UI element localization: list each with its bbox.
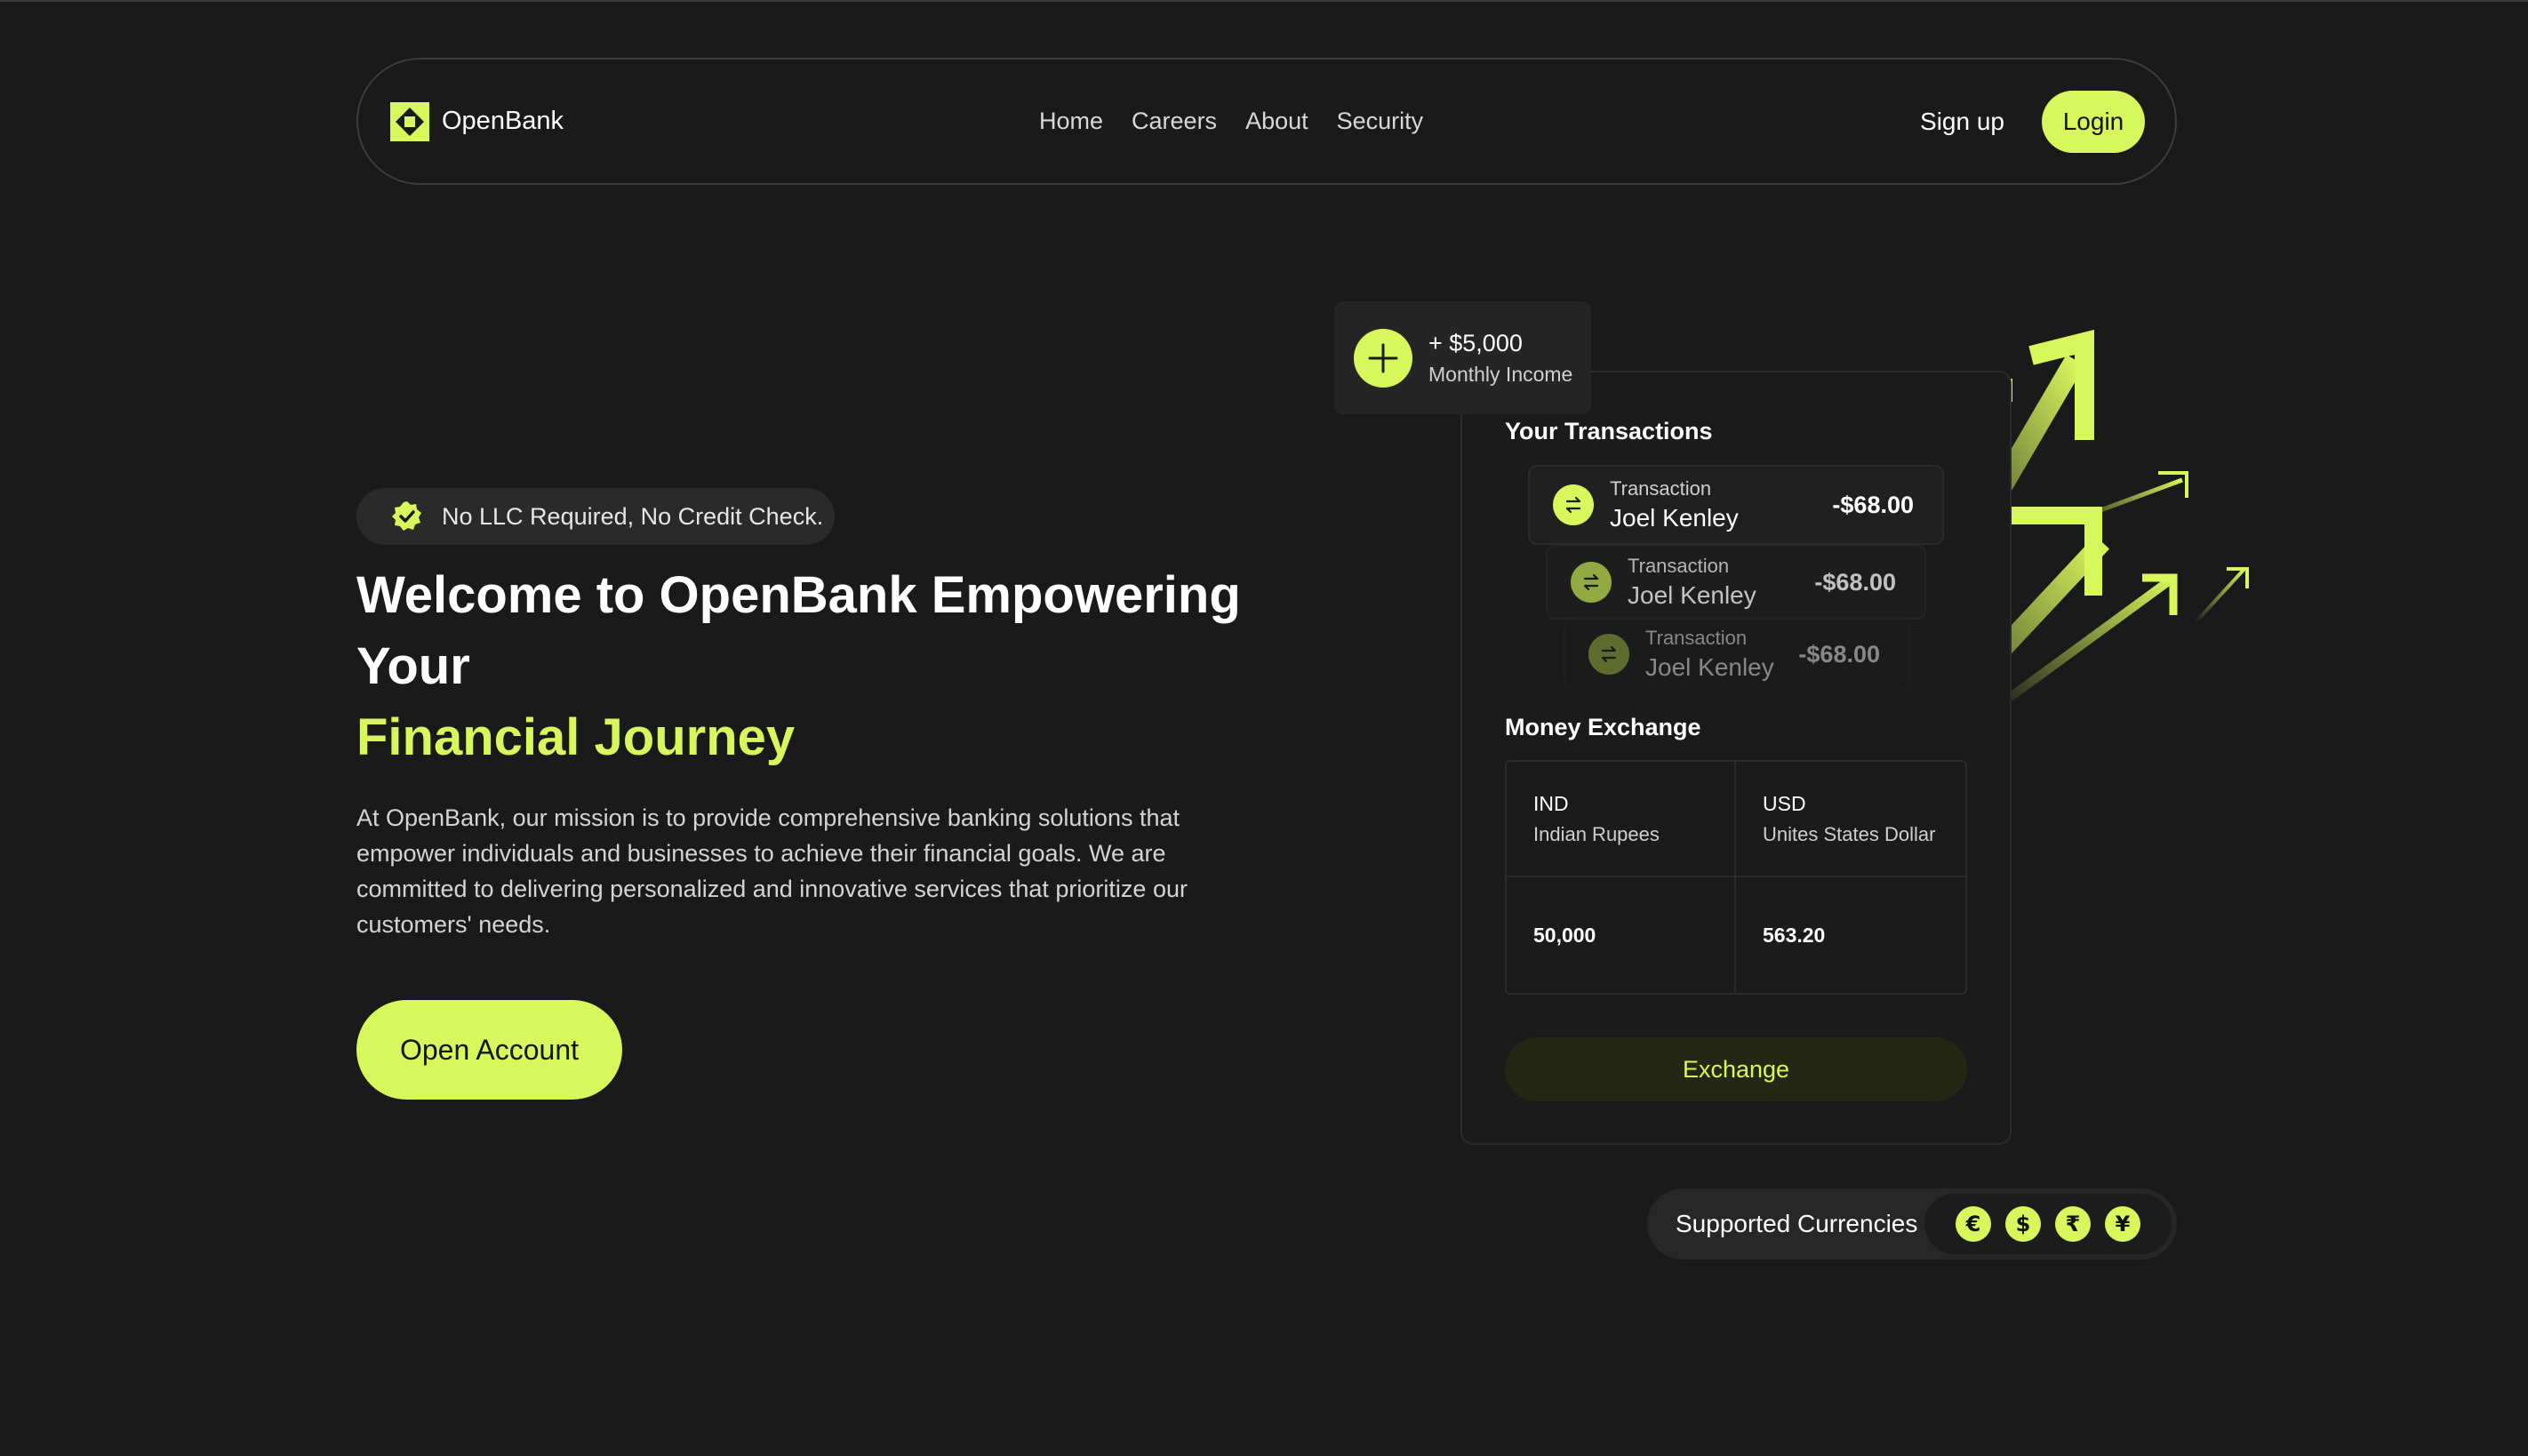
from-amount-value: 50,000: [1533, 923, 1596, 947]
top-border: [0, 0, 2528, 2]
transaction-item[interactable]: Transaction Joel Kenley -$68.00: [1546, 545, 1926, 620]
yen-icon: ¥: [2105, 1206, 2140, 1242]
from-currency-name: Indian Rupees: [1533, 822, 1660, 845]
badge-text: No LLC Required, No Credit Check.: [442, 502, 824, 530]
exchange-arrows-icon: [1571, 562, 1612, 603]
exchange-arrows-icon: [1588, 634, 1629, 675]
euro-icon: €: [1956, 1206, 1991, 1242]
hero-title-accent: Financial Journey: [356, 708, 796, 766]
signup-link[interactable]: Sign up: [1920, 108, 2004, 136]
verified-check-icon: [392, 501, 421, 531]
auth-actions: Sign up Login: [1920, 90, 2145, 153]
income-amount: + $5,000: [1428, 329, 1523, 356]
nav-link-security[interactable]: Security: [1337, 108, 1424, 135]
currency-icons-group: € $ ₹ ¥: [1924, 1194, 2172, 1254]
to-amount-output: 563.20: [1736, 877, 1965, 993]
from-currency[interactable]: IND Indian Rupees: [1507, 762, 1736, 877]
exchange-table: IND Indian Rupees USD Unites States Doll…: [1505, 760, 1967, 995]
transaction-amount: -$68.00: [1798, 640, 1880, 668]
transactions-title: Your Transactions: [1505, 418, 1713, 444]
nav-link-about[interactable]: About: [1245, 108, 1308, 135]
to-amount-value: 563.20: [1763, 923, 1826, 947]
to-currency[interactable]: USD Unites States Dollar: [1736, 762, 1965, 877]
no-credit-check-badge: No LLC Required, No Credit Check.: [356, 488, 835, 545]
open-account-button[interactable]: Open Account: [356, 1000, 622, 1100]
transaction-amount: -$68.00: [1832, 491, 1914, 518]
navbar: OpenBank Home Careers About Security Sig…: [356, 58, 2177, 185]
from-currency-code: IND: [1533, 791, 1569, 815]
transaction-amount: -$68.00: [1814, 568, 1896, 596]
exchange-button[interactable]: Exchange: [1505, 1037, 1967, 1101]
nav-link-home[interactable]: Home: [1039, 108, 1103, 135]
monthly-income-widget: + $5,000 Monthly Income: [1334, 301, 1591, 414]
transaction-name: Joel Kenley: [1628, 581, 1756, 609]
hero-description: At OpenBank, our mission is to provide c…: [356, 804, 1188, 938]
brand-logo[interactable]: OpenBank: [390, 101, 564, 141]
transaction-name: Joel Kenley: [1645, 653, 1774, 681]
exchange-arrows-icon: [1553, 484, 1594, 525]
money-exchange-title: Money Exchange: [1505, 714, 1701, 740]
main-menu: Home Careers About Security: [1039, 60, 1423, 183]
to-currency-code: USD: [1763, 791, 1806, 815]
dollar-icon: $: [2005, 1206, 2041, 1242]
plus-icon: [1354, 328, 1412, 388]
transaction-label: Transaction: [1628, 555, 1730, 577]
transaction-item[interactable]: Transaction Joel Kenley -$68.00: [1528, 465, 1944, 545]
to-currency-name: Unites States Dollar: [1763, 822, 1936, 845]
transaction-label: Transaction: [1610, 477, 1712, 500]
transaction-item[interactable]: Transaction Joel Kenley -$68.00: [1564, 618, 1910, 691]
from-amount-input[interactable]: 50,000: [1507, 877, 1736, 993]
hero-title-main: Welcome to OpenBank Empowering Your: [356, 566, 1241, 695]
supported-currencies-bar: Supported Currencies € $ ₹ ¥: [1647, 1188, 2177, 1260]
income-label: Monthly Income: [1428, 362, 1573, 386]
login-button[interactable]: Login: [2042, 90, 2145, 153]
supported-currencies-label: Supported Currencies: [1676, 1210, 1918, 1237]
nav-link-careers[interactable]: Careers: [1132, 108, 1217, 135]
brand-name: OpenBank: [442, 107, 564, 135]
transaction-name: Joel Kenley: [1610, 504, 1739, 532]
rupee-icon: ₹: [2055, 1206, 2091, 1242]
openbank-logo-icon: [390, 101, 429, 141]
transaction-label: Transaction: [1645, 627, 1748, 649]
hero-title: Welcome to OpenBank Empowering Your Fina…: [356, 560, 1290, 773]
